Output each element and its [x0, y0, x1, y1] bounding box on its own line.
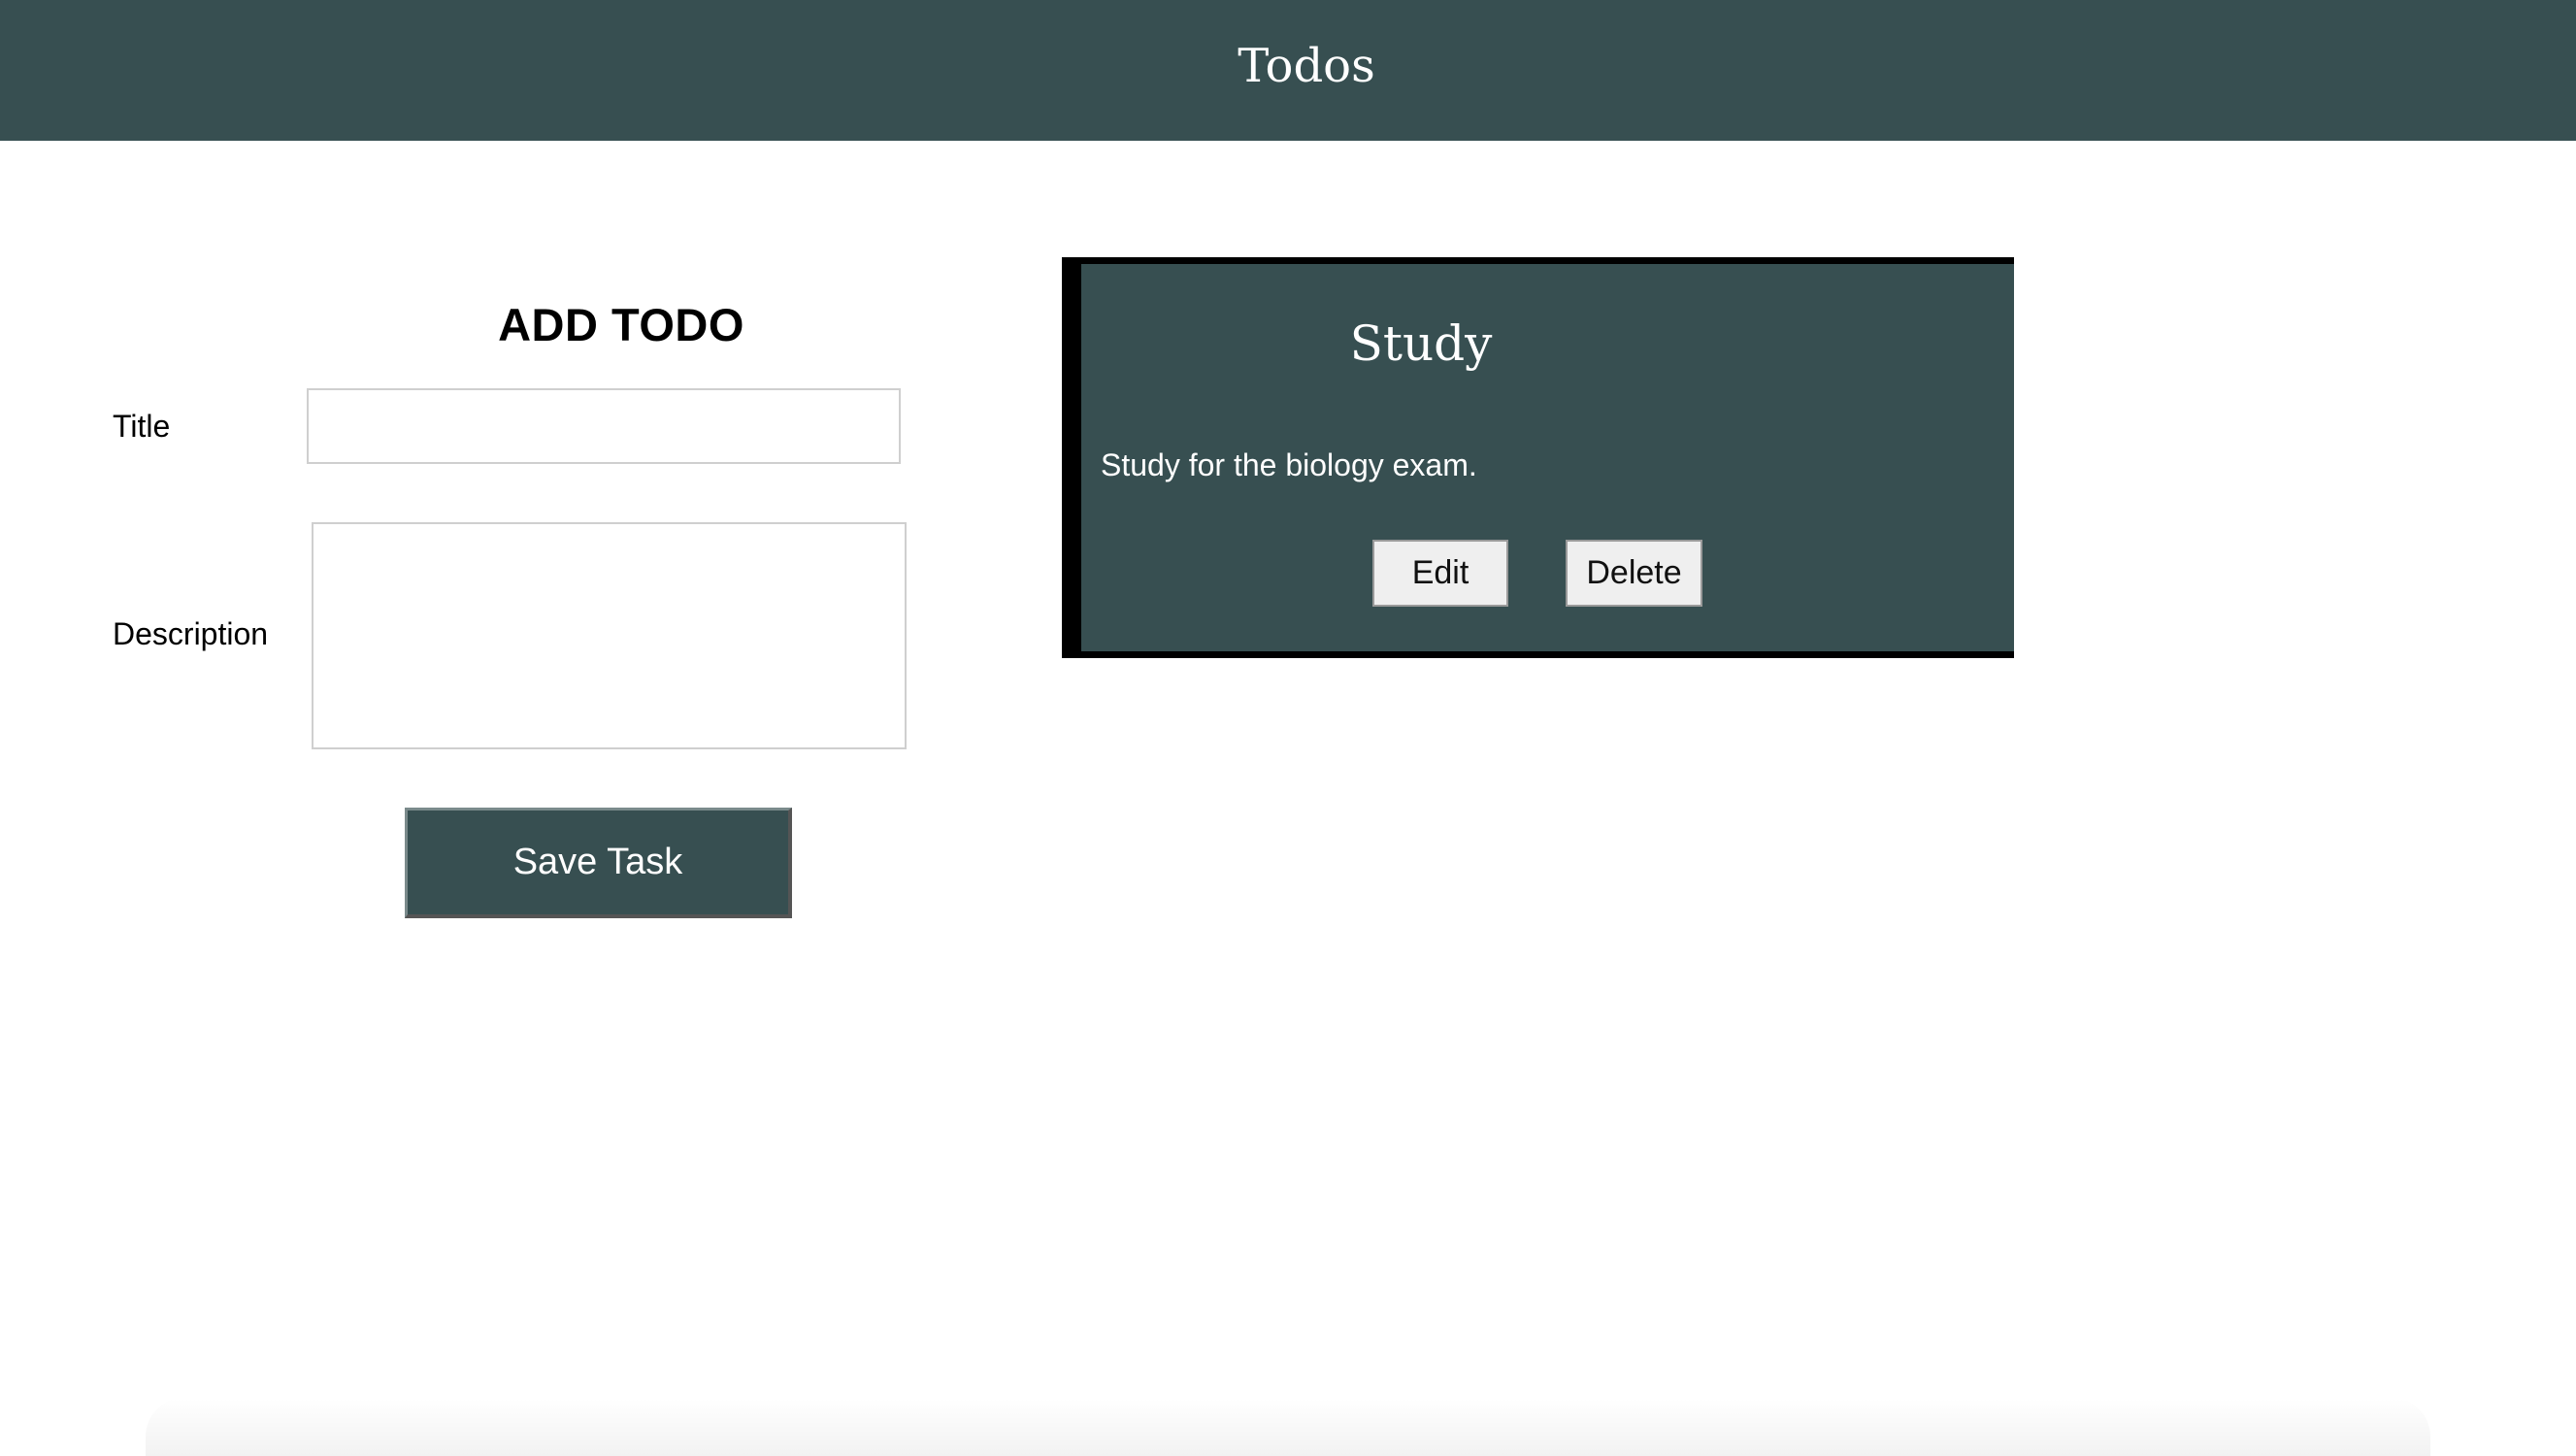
todo-card: Study Study for the biology exam. Edit D…	[1062, 257, 2014, 658]
app-title: Todos	[1238, 39, 1375, 93]
delete-button[interactable]: Delete	[1566, 540, 1702, 607]
description-label: Description	[113, 616, 269, 651]
description-input[interactable]	[312, 522, 907, 749]
title-input[interactable]	[307, 388, 901, 464]
app-header: Todos	[0, 0, 2576, 141]
todo-description: Study for the biology exam.	[1101, 447, 1477, 482]
title-label: Title	[113, 409, 171, 444]
edit-button[interactable]: Edit	[1372, 540, 1508, 607]
bottom-shadow	[146, 1398, 2430, 1456]
todo-title: Study	[1349, 315, 1493, 372]
form-heading: ADD TODO	[498, 299, 744, 350]
save-task-button[interactable]: Save Task	[405, 808, 792, 918]
